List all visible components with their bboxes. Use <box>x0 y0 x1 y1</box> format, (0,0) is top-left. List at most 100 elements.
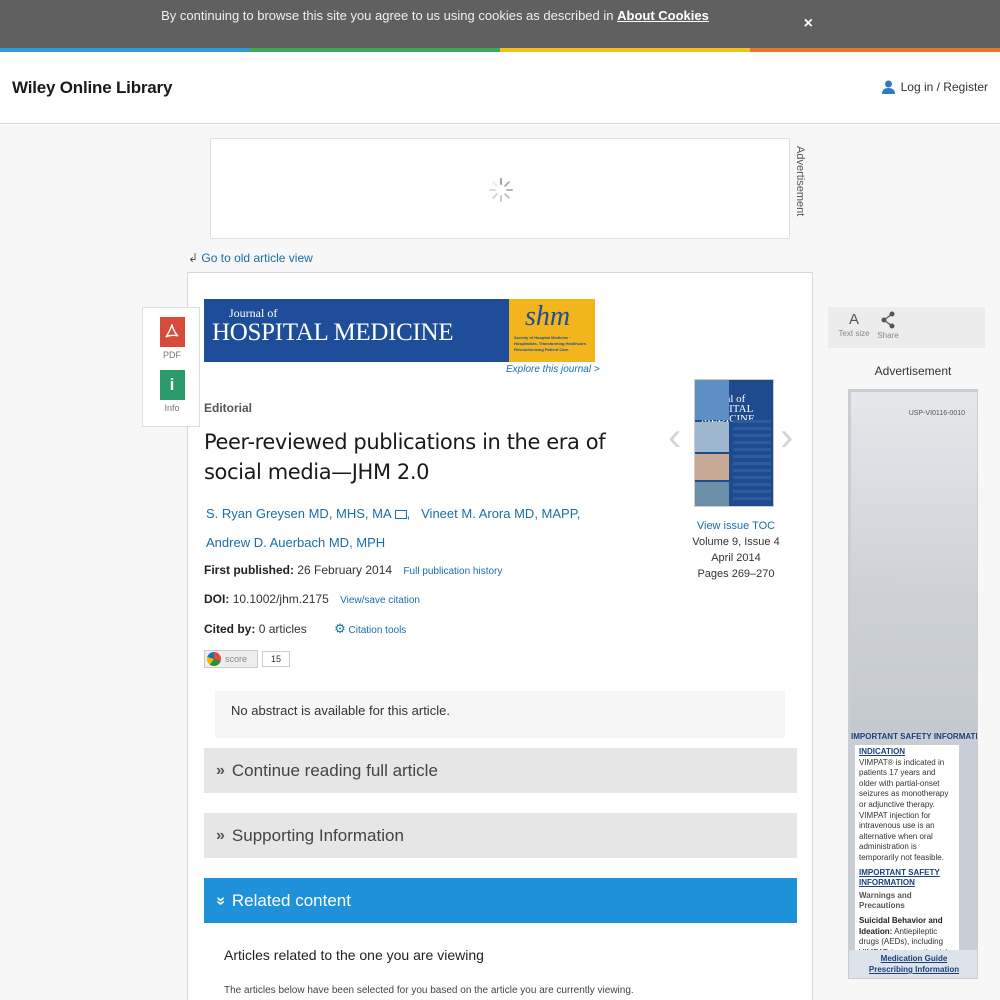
issue-cover[interactable]: Journal of HOSPITAL MEDICINE <box>694 379 774 507</box>
shm-tagline: Society of Hospital Medicine · Hospitali… <box>514 335 588 352</box>
site-logo[interactable]: Wiley Online Library <box>12 78 172 98</box>
about-cookies-link[interactable]: About Cookies <box>617 8 709 23</box>
altmetric-badge[interactable]: score 15 <box>204 650 291 668</box>
warnings-heading: Warnings and Precautions <box>859 890 912 911</box>
article-section: Editorial <box>204 401 253 415</box>
cover-photo <box>695 482 729 506</box>
share-label: Share <box>877 331 899 340</box>
publication-history-link[interactable]: Full publication history <box>403 566 502 577</box>
first-published-label: First published: <box>204 563 294 577</box>
view-issue-toc-link[interactable]: View issue TOC <box>697 520 775 532</box>
site-header: Wiley Online Library Log in / Register <box>0 52 1000 124</box>
isi-scroll-box[interactable]: INDICATION VIMPAT® is indicated in patie… <box>855 745 959 955</box>
cited-by-count: 0 articles <box>258 622 307 636</box>
return-arrow-icon: ↲ <box>188 251 199 265</box>
supporting-information-label: Supporting Information <box>231 825 404 845</box>
indication-text: VIMPAT® is indicated in patients 17 year… <box>859 757 949 862</box>
issue-date: April 2014 <box>711 552 761 564</box>
next-issue-icon[interactable]: › <box>780 415 793 460</box>
shm-logo-text: shm <box>525 301 571 332</box>
journal-title-line2: HOSPITAL MEDICINE <box>212 319 454 346</box>
rail-advertisement[interactable]: USP-VI0116-0010 IMPORTANT SAFETY INFORMA… <box>848 389 978 979</box>
rail-toolbar: A Text size Share <box>828 307 985 348</box>
info-button[interactable]: i Info <box>143 370 201 413</box>
doi-value[interactable]: 10.1002/jhm.2175 <box>233 592 329 606</box>
issue-pages: Pages 269–270 <box>697 568 775 580</box>
altmetric-donut-icon <box>207 652 221 666</box>
share-icon <box>881 311 895 329</box>
article-title: Peer-reviewed publications in the era of… <box>204 430 606 484</box>
society-logo: shm Society of Hospital Medicine · Hospi… <box>509 299 595 362</box>
cover-toc <box>733 420 771 500</box>
double-chevron-right-icon: » <box>216 761 225 779</box>
ad-code: USP-VI0116-0010 <box>908 410 965 417</box>
old-view-label: Go to old article view <box>201 251 313 265</box>
explore-journal-link[interactable]: Explore this journal > <box>506 364 600 375</box>
advertisement-label: Advertisement <box>790 146 810 236</box>
altmetric-score-label: score <box>204 650 258 668</box>
doi-row: DOI: 10.1002/jhm.2175 View/save citation <box>204 592 420 606</box>
info-label: Info <box>164 403 180 413</box>
prescribing-information-link[interactable]: Prescribing Information <box>849 964 977 975</box>
article-tools-panel: PDF i Info <box>142 307 200 427</box>
cover-photo <box>695 380 729 420</box>
double-chevron-down-icon: » <box>212 896 230 905</box>
continue-reading-section[interactable]: » Continue reading full article <box>204 748 797 793</box>
pdf-icon <box>159 317 185 347</box>
text-size-label: Text size <box>838 329 870 338</box>
citation-tools-button[interactable]: ⚙ Citation tools <box>334 621 407 636</box>
citation-tools-label: Citation tools <box>348 625 407 636</box>
cover-photo <box>695 422 729 452</box>
view-save-citation-link[interactable]: View/save citation <box>340 595 420 606</box>
pdf-label: PDF <box>163 350 181 360</box>
login-register-link[interactable]: Log in / Register <box>881 80 988 94</box>
info-icon: i <box>159 370 185 400</box>
cookie-text: By continuing to browse this site you ag… <box>161 8 614 23</box>
isi-header: IMPORTANT SAFETY INFORMATIO <box>851 732 978 741</box>
issue-info: View issue TOC Volume 9, Issue 4 April 2… <box>666 518 806 582</box>
issue-volume: Volume 9, Issue 4 <box>692 536 780 548</box>
indication-heading: INDICATION <box>859 747 906 756</box>
medication-guide-link[interactable]: Medication Guide <box>849 953 977 964</box>
top-advertisement[interactable] <box>210 138 790 239</box>
ad-footer-links: Medication Guide Prescribing Information <box>849 950 977 978</box>
related-description: The articles below have been selected fo… <box>224 985 634 996</box>
old-article-view-link[interactable]: ↲ Go to old article view <box>188 251 313 265</box>
pdf-button[interactable]: PDF <box>143 317 201 360</box>
user-icon <box>881 80 895 94</box>
author-list: S. Ryan Greysen MD, MHS, MA, Vineet M. A… <box>206 506 581 550</box>
journal-banner[interactable]: Journal of HOSPITAL MEDICINE shm Society… <box>204 299 595 362</box>
previous-issue-icon[interactable]: ‹ <box>668 415 681 460</box>
first-published-row: First published: 26 February 2014 Full p… <box>204 563 502 577</box>
related-content-label: Related content <box>231 890 351 910</box>
related-heading: Articles related to the one you are view… <box>224 947 484 963</box>
double-chevron-right-icon: » <box>216 826 225 844</box>
author-link[interactable]: Vineet M. Arora MD, MAPP, <box>421 506 580 521</box>
altmetric-score-text: score <box>225 654 248 664</box>
login-label: Log in / Register <box>900 80 988 94</box>
cited-by-label: Cited by: <box>204 622 256 636</box>
continue-reading-label: Continue reading full article <box>231 760 438 780</box>
gear-icon: ⚙ <box>334 621 346 636</box>
first-published-date: 26 February 2014 <box>297 563 393 577</box>
article-container: Journal of HOSPITAL MEDICINE shm Society… <box>187 272 813 1000</box>
doi-label: DOI: <box>204 592 230 606</box>
cookie-message: By continuing to browse this site you ag… <box>0 8 870 23</box>
safety-heading: IMPORTANT SAFETY INFORMATION <box>859 867 940 888</box>
abstract-box: No abstract is available for this articl… <box>215 691 785 738</box>
ad-background <box>851 392 977 732</box>
email-icon[interactable] <box>394 510 407 520</box>
cited-by-row: Cited by: 0 articles ⚙ Citation tools <box>204 621 406 637</box>
rail-advertisement-label: Advertisement <box>874 364 952 378</box>
close-icon[interactable]: × <box>804 15 813 33</box>
altmetric-score-value: 15 <box>262 651 291 667</box>
author-link[interactable]: Andrew D. Auerbach MD, MPH <box>206 535 385 550</box>
share-button[interactable]: Share <box>868 311 908 340</box>
loading-spinner-icon <box>489 178 513 202</box>
related-content-section[interactable]: » Related content <box>204 878 797 923</box>
author-link[interactable]: S. Ryan Greysen MD, MHS, MA <box>206 506 392 521</box>
supporting-information-section[interactable]: » Supporting Information <box>204 813 797 858</box>
advertisement-label-text: Advertisement <box>794 146 806 217</box>
cover-photo <box>695 454 729 480</box>
cookie-banner: By continuing to browse this site you ag… <box>0 0 1000 52</box>
